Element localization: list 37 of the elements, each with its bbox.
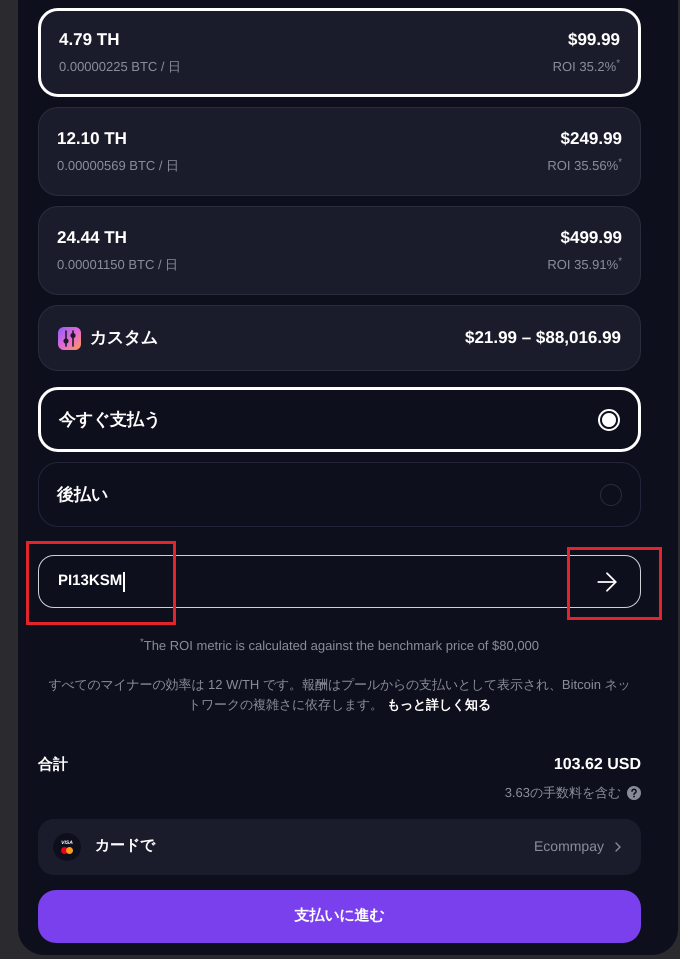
payment-option[interactable]: 後払い (38, 462, 641, 527)
plan-card[interactable]: 12.10 TH $249.99 0.00000569 BTC / 日 ROI 35.56%$^{*}$ (38, 107, 641, 196)
plan-price: $499.99 (560, 228, 622, 248)
roi-text: ROI 35.2%$^{*}$ (552, 59, 620, 75)
hashrate-label: 4.79 TH (59, 30, 120, 50)
payment-option-label: 今すぐ支払う (59, 408, 161, 431)
roi-text: ROI 35.56%$^{*}$ (547, 158, 622, 174)
payment-provider: Ecommpay (534, 837, 604, 856)
radio-button[interactable] (600, 484, 622, 506)
btc-yield-text: 0.00000225 BTC / 日 (59, 59, 182, 75)
price-range-text: $21.99 – $88,016.99 (465, 327, 621, 350)
proceed-to-payment-button[interactable]: 支払いに進む (38, 890, 641, 942)
roi-footnote: $^{*}$The ROI metric is calculated against the benchmark price of $80,000 (138, 637, 540, 655)
custom-plan-label: カスタム (90, 327, 158, 350)
total-amount: 103.62 USD (554, 755, 641, 775)
btc-yield-text: 0.00001150 BTC / 日 (57, 257, 178, 273)
plan-price: $99.99 (568, 30, 620, 50)
btc-yield-text: 0.00000569 BTC / 日 (57, 158, 180, 174)
sliders-icon (58, 326, 81, 350)
text-cursor (123, 572, 126, 592)
custom-plan-card[interactable]: カスタム $21.99 – $88,016.99 (38, 305, 641, 371)
learn-more-link[interactable]: もっと詳しく知る (386, 697, 491, 712)
total-label: 合計 (38, 754, 68, 775)
payment-method-label: カードで (95, 836, 155, 856)
roi-text: ROI 35.91%$^{*}$ (547, 257, 622, 273)
fee-note: 3.63の手数料を含む (504, 784, 621, 802)
payment-option-label: 後払い (57, 484, 108, 506)
hashrate-label: 12.10 TH (57, 129, 127, 149)
help-icon[interactable] (627, 786, 641, 800)
plan-price: $249.99 (560, 129, 622, 149)
payment-option[interactable]: 今すぐ支払う (38, 387, 641, 452)
mastercard-circles-icon (61, 846, 73, 854)
disclaimer-text: すべてのマイナーの効率は 12 W/TH です。報酬はプールからの支払いとして表示され、Bitcoin ネットワークの複雑さに依存します。 もっと詳しく知る (47, 676, 632, 714)
promo-code-field[interactable]: PI13KSM (38, 555, 641, 608)
plan-card[interactable]: 24.44 TH $499.99 0.00001150 BTC / 日 ROI 35.91%$^{*}$ (38, 206, 641, 295)
plan-card[interactable]: 4.79 TH $99.99 0.00000225 BTC / 日 ROI 35.2%$^{*}$ (38, 8, 641, 97)
hashrate-label: 24.44 TH (57, 228, 127, 248)
